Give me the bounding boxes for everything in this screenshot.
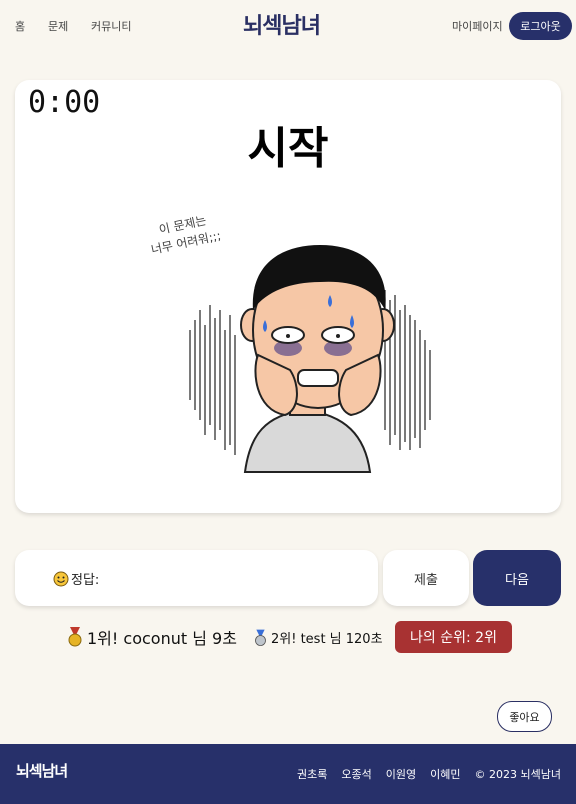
footer-name: 이원영: [385, 768, 417, 781]
answer-input[interactable]: [115, 564, 364, 594]
answer-box: 정답:: [15, 550, 378, 606]
nav-problems[interactable]: 문제: [48, 18, 68, 34]
quiz-title: 시작: [247, 123, 329, 174]
header: 홈 문제 커뮤니티 뇌섹남녀 마이페이지 로그아웃: [0, 0, 576, 52]
gold-medal-icon: [68, 627, 82, 647]
nav-community[interactable]: 커뮤니티: [91, 18, 131, 34]
next-button[interactable]: 다음: [473, 550, 561, 606]
footer-copyright: © 2023 뇌섹남녀: [474, 768, 561, 781]
worried-man-illustration: 이 문제는 너무 어려워;;;: [150, 213, 431, 473]
footer-credits: 권초록 오종석 이원영 이혜민 © 2023 뇌섹남녀: [297, 766, 561, 782]
silver-medal-icon: [255, 629, 266, 646]
my-rank-badge: 나의 순위: 2위: [395, 621, 512, 653]
submit-button[interactable]: 제출: [383, 550, 469, 606]
footer-logo: 뇌섹남녀: [16, 762, 68, 780]
footer-name: 오종석: [341, 768, 372, 781]
mypage-link[interactable]: 마이페이지: [452, 18, 503, 34]
logo[interactable]: 뇌섹남녀: [243, 8, 321, 40]
rank-second-text: 2위! test 님 120초: [271, 632, 383, 647]
like-button[interactable]: 좋아요: [497, 701, 552, 732]
rank-second: 2위! test 님 120초: [253, 628, 383, 647]
footer-name: 이혜민: [430, 768, 461, 781]
footer: 뇌섹남녀 권초록 오종석 이원영 이혜민 © 2023 뇌섹남녀: [0, 744, 576, 804]
rank-first-text: 1위! coconut 님 9초: [87, 629, 237, 648]
rank-first: 1위! coconut 님 9초: [66, 625, 237, 649]
footer-name: 권초록: [297, 768, 328, 781]
smiley-icon: [53, 571, 69, 586]
logout-button[interactable]: 로그아웃: [509, 12, 572, 40]
answer-label: 정답:: [53, 569, 99, 588]
answer-label-text: 정답:: [71, 573, 100, 588]
quiz-card: 0:00 시작 이 문제는 너무 어려워;;;: [15, 80, 561, 513]
nav-home[interactable]: 홈: [15, 18, 25, 34]
logo-text: 뇌섹남녀: [243, 13, 321, 39]
